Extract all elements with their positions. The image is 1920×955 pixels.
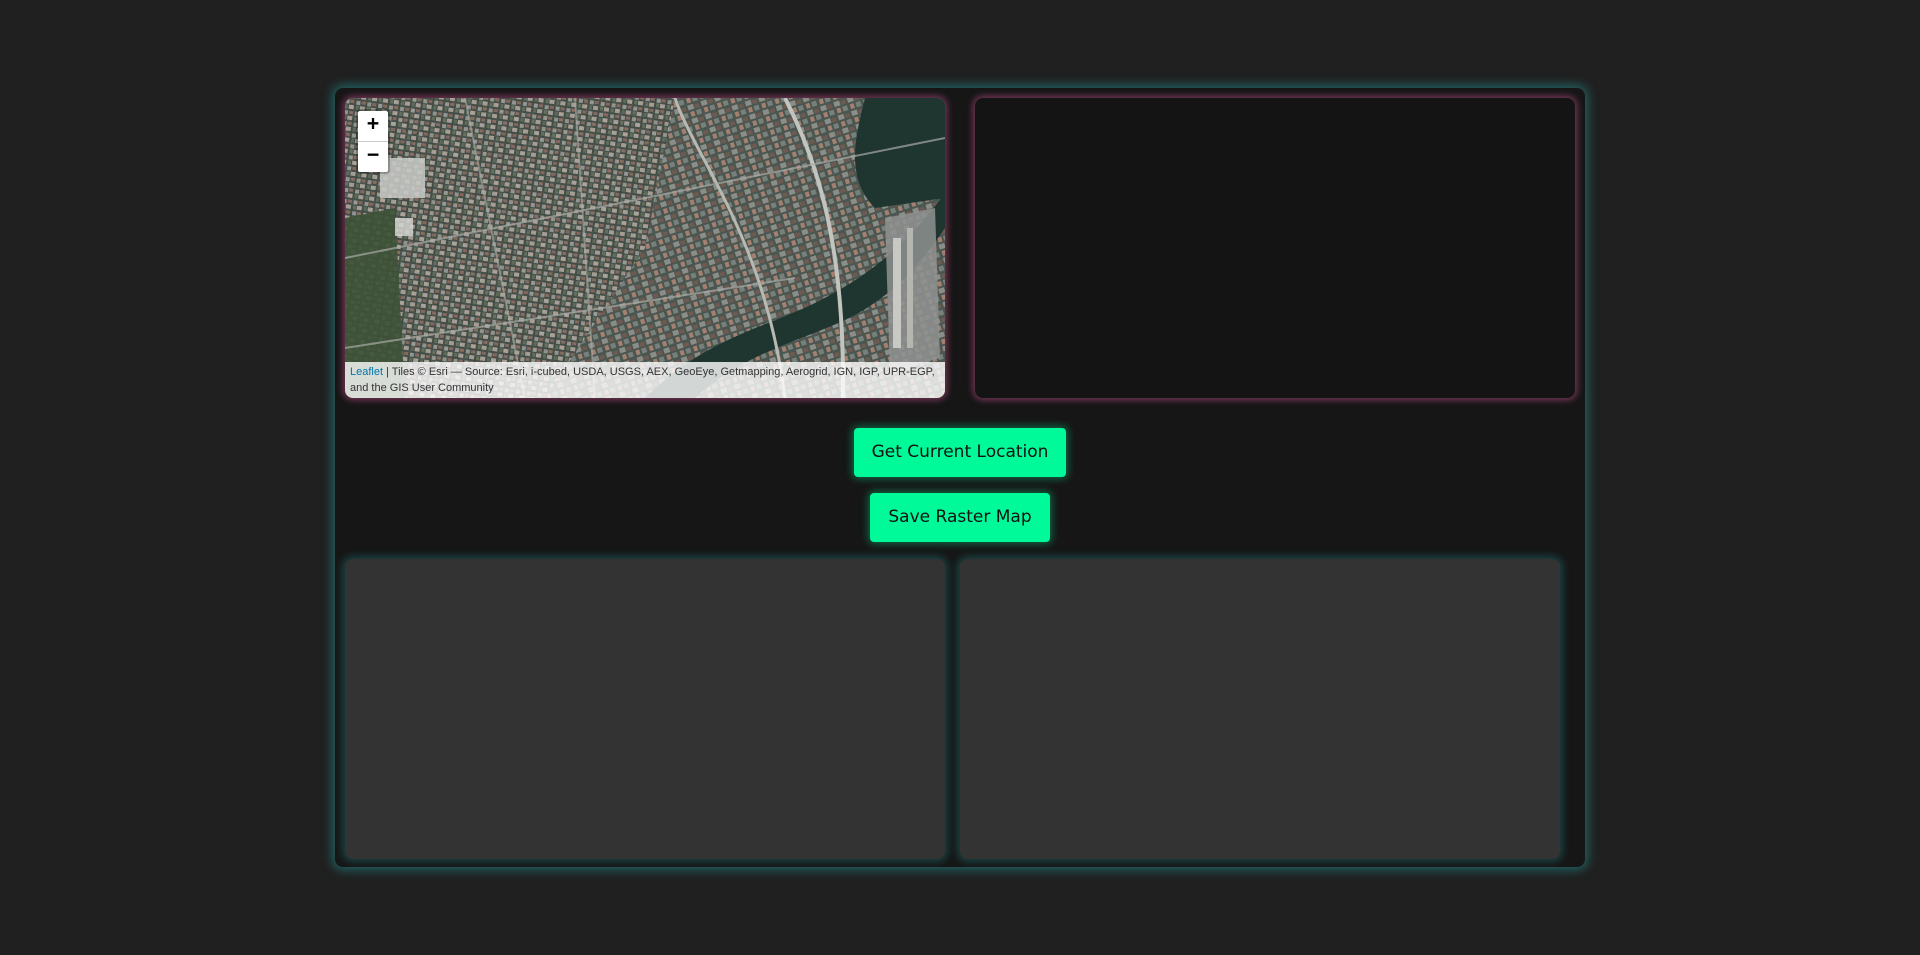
attribution-text: | Tiles © Esri — Source: Esri, i-cubed, … <box>350 366 935 394</box>
zoom-in-button[interactable]: + <box>358 111 388 142</box>
bottom-left-panel <box>345 559 945 859</box>
leaflet-link[interactable]: Leaflet <box>350 366 383 378</box>
satellite-imagery[interactable] <box>345 98 945 398</box>
zoom-control: + − <box>356 109 390 174</box>
raster-preview-panel <box>975 98 1575 398</box>
app-container: + − Leaflet | Tiles © Esri — Source: Esr… <box>335 88 1585 867</box>
get-current-location-button[interactable]: Get Current Location <box>854 428 1066 477</box>
bottom-right-panel <box>960 559 1560 859</box>
zoom-out-button[interactable]: − <box>358 142 388 172</box>
save-raster-map-button[interactable]: Save Raster Map <box>870 493 1050 542</box>
satellite-map[interactable]: + − Leaflet | Tiles © Esri — Source: Esr… <box>345 98 945 398</box>
map-attribution: Leaflet | Tiles © Esri — Source: Esri, i… <box>345 362 945 398</box>
